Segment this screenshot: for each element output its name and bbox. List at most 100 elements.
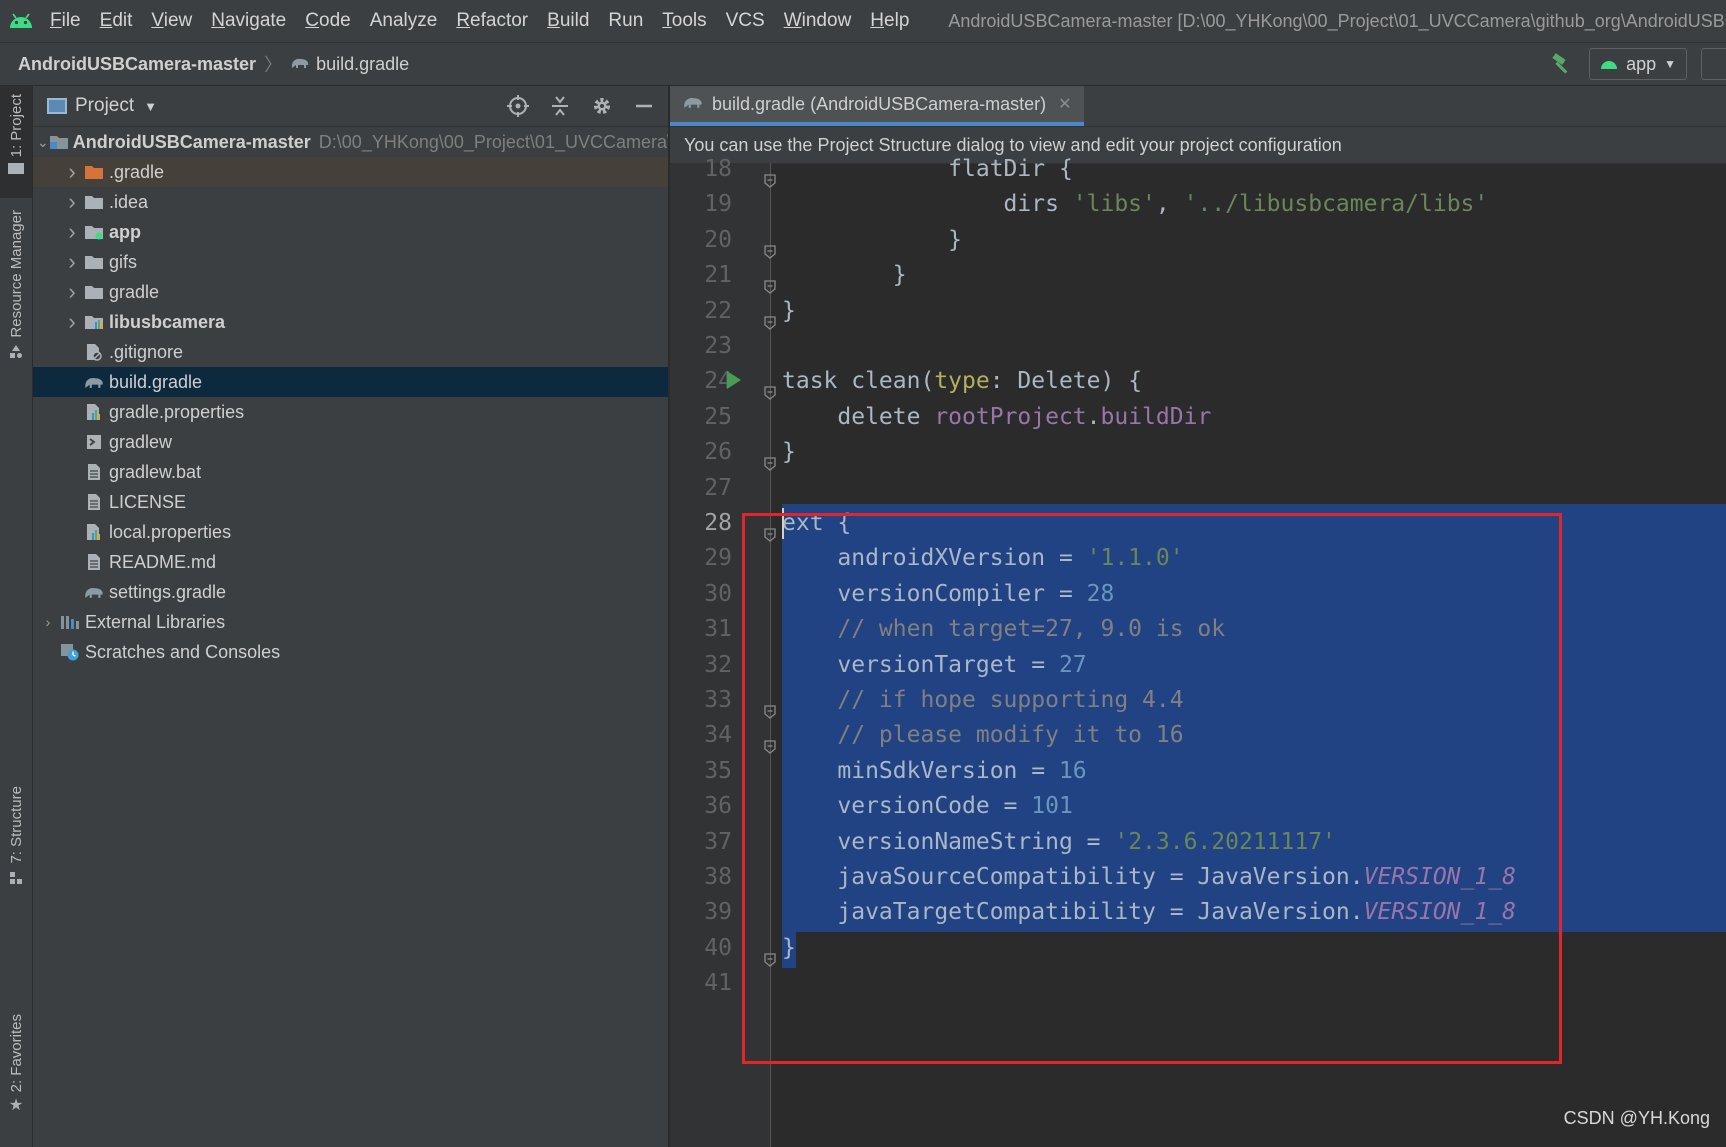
fold-marker-icon[interactable] [763, 162, 777, 188]
navigation-bar: AndroidUSBCamera-master 〉 build.gradle a… [0, 42, 1726, 86]
tree-item[interactable]: build.gradle [33, 367, 668, 397]
code-token: // if hope supporting 4.4 [782, 687, 1184, 713]
menu-label: avigate [224, 10, 287, 31]
line-number: 26 [704, 439, 732, 466]
chevron-right-icon[interactable]: › [61, 279, 83, 305]
fold-marker-icon[interactable] [763, 693, 777, 719]
tree-item[interactable]: settings.gradle [33, 577, 668, 607]
tab-build-gradle[interactable]: build.gradle (AndroidUSBCamera-master) ✕ [670, 86, 1084, 126]
breadcrumb-file[interactable]: build.gradle [290, 54, 409, 75]
tree-item-label: gifs [109, 251, 138, 272]
tree-item[interactable]: › .gradle [33, 157, 668, 187]
tree-item[interactable]: gradle.properties [33, 397, 668, 427]
project-view-selector[interactable]: Project [75, 95, 134, 117]
code-text: } [782, 929, 796, 968]
menu-item-vcs[interactable]: VCS [726, 10, 765, 32]
star-icon: ★ [8, 1097, 24, 1115]
tree-item[interactable]: › gradle [33, 277, 668, 307]
text-caret [782, 508, 784, 539]
tree-item[interactable]: › .idea [33, 187, 668, 217]
code-line: 37 versionNameString = '2.3.6.20211117' [670, 822, 1726, 862]
fold-marker-icon[interactable] [763, 268, 777, 295]
code-token: versionCode = [782, 793, 1032, 820]
tree-item[interactable]: README.md [33, 547, 668, 577]
chevron-down-icon[interactable]: ⌄ [37, 134, 49, 151]
gradle-elephant-icon [290, 54, 310, 75]
selection-highlight [782, 504, 1726, 543]
menu-item-code[interactable]: Code [305, 10, 350, 32]
menu-item-tools[interactable]: Tools [662, 10, 706, 32]
menu-item-help[interactable]: Help [870, 10, 909, 32]
menu-item-navigate[interactable]: Navigate [211, 10, 286, 32]
menu-item-view[interactable]: View [151, 10, 192, 32]
menu-item-file[interactable]: File [50, 10, 81, 32]
project-panel-header: Project ▼ [33, 86, 668, 127]
menu-item-analyze[interactable]: Analyze [370, 10, 438, 32]
tree-item[interactable]: › libusbcamera [33, 307, 668, 337]
line-number: 30 [704, 580, 732, 607]
chevron-down-icon[interactable]: ▼ [144, 99, 157, 114]
line-number: 33 [704, 687, 732, 713]
make-project-hammer-icon[interactable] [1549, 51, 1575, 77]
code-token: } [782, 226, 963, 253]
locate-crosshair-icon[interactable] [506, 94, 530, 118]
menu-item-refactor[interactable]: Refactor [456, 10, 528, 32]
tab-project[interactable]: 1: Project [0, 86, 32, 198]
tree-root[interactable]: ⌄ AndroidUSBCamera-master D:\00_YHKong\0… [33, 127, 668, 157]
tree-item[interactable]: › app [33, 217, 668, 247]
tab-favorites[interactable]: 2: Favorites ★ [0, 1014, 32, 1132]
chevron-right-icon[interactable]: › [37, 614, 59, 630]
menu-item-window[interactable]: Window [784, 10, 852, 32]
run-configuration-selector[interactable]: app ▼ [1589, 48, 1687, 80]
tree-item[interactable]: LICENSE [33, 487, 668, 517]
line-number: 38 [704, 864, 732, 890]
fold-marker-icon[interactable] [763, 233, 777, 259]
close-icon[interactable]: ✕ [1058, 94, 1071, 114]
menu-item-edit[interactable]: Edit [100, 10, 133, 32]
tree-item[interactable]: local.properties [33, 517, 668, 547]
code-token: rootProject [934, 403, 1087, 430]
line-number: 34 [704, 722, 732, 749]
menu-item-run[interactable]: Run [608, 10, 643, 32]
fold-marker-icon[interactable] [763, 304, 777, 330]
tree-item[interactable]: gradlew.bat [33, 457, 668, 487]
chevron-right-icon[interactable]: › [61, 309, 83, 335]
tree-item[interactable]: › gifs [33, 247, 668, 277]
line-number: 31 [704, 616, 732, 643]
code-token: dirs [782, 191, 1073, 218]
code-text: javaSourceCompatibility = JavaVersion.VE… [782, 858, 1516, 897]
fold-marker-icon[interactable] [763, 728, 777, 755]
code-token: 27 [1058, 651, 1087, 678]
tree-item[interactable]: gradlew [33, 427, 668, 457]
hide-panel-icon[interactable] [632, 94, 656, 118]
collapse-all-icon[interactable] [548, 94, 572, 118]
chevron-right-icon[interactable]: › [61, 159, 83, 185]
android-app-icon [1600, 54, 1618, 75]
resource-manager-icon [8, 344, 24, 360]
tree-external-libraries[interactable]: › External Libraries [33, 607, 668, 637]
breadcrumb-project[interactable]: AndroidUSBCamera-master [18, 54, 256, 75]
chevron-right-icon[interactable]: › [61, 249, 83, 275]
tree-item[interactable]: .gitignore [33, 337, 668, 367]
fold-marker-icon[interactable] [763, 941, 777, 967]
chevron-right-icon[interactable]: › [61, 219, 83, 245]
line-number: 35 [704, 757, 732, 784]
run-gutter-icon[interactable] [727, 371, 741, 390]
fold-marker-icon[interactable] [763, 445, 777, 472]
device-selector[interactable] [1701, 48, 1726, 80]
code-token: versionTarget = [782, 651, 1059, 678]
fold-marker-icon[interactable] [763, 374, 777, 401]
menu-item-build[interactable]: Build [547, 10, 589, 32]
chevron-right-icon[interactable]: › [61, 189, 83, 215]
code-line: 25 delete rootProject.buildDir [670, 398, 1726, 437]
code-area[interactable]: 18 flatDir {19 dirs 'libs', '../libusbca… [670, 156, 1726, 1147]
gear-icon[interactable] [590, 94, 614, 118]
tab-structure[interactable]: 7: Structure [0, 786, 32, 904]
gradle-elephant-icon [83, 373, 105, 391]
fold-marker-icon[interactable] [763, 516, 777, 542]
line-number: 36 [704, 793, 732, 820]
folder-icon [8, 163, 24, 175]
code-line: 19 dirs 'libs', '../libusbcamera/libs' [670, 185, 1726, 224]
tab-resource-manager[interactable]: Resource Manager [0, 210, 32, 400]
tree-scratches[interactable]: Scratches and Consoles [33, 637, 668, 667]
